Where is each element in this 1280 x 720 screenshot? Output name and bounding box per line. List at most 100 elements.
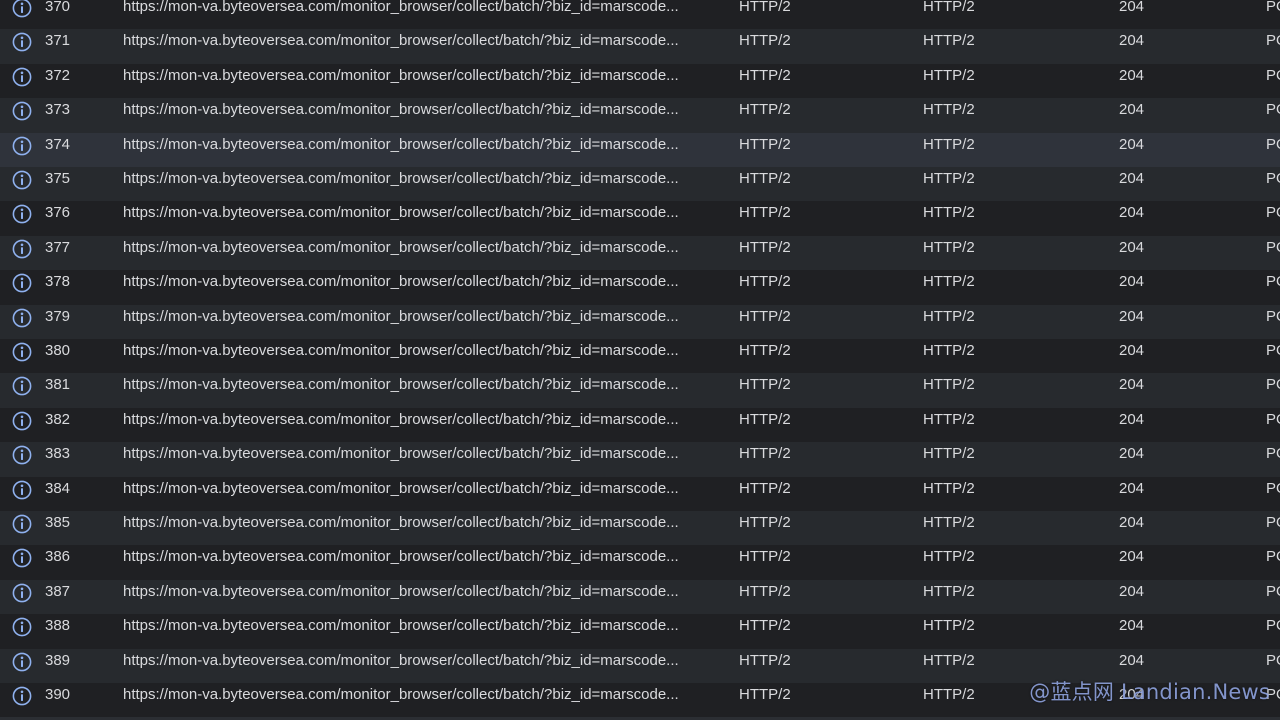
request-status: 204 <box>1119 651 1145 669</box>
table-row[interactable]: 383 https://mon-va.byteoversea.com/monito… <box>0 442 1280 477</box>
request-id: 388 <box>45 617 71 635</box>
info-icon[interactable] <box>12 583 32 603</box>
request-method: POST <box>1266 548 1280 566</box>
request-protocol: HTTP/2 <box>739 445 791 463</box>
request-status: 204 <box>1119 170 1145 187</box>
info-icon[interactable] <box>12 136 32 156</box>
table-row[interactable]: 382 https://mon-va.byteoversea.com/monito… <box>0 407 1280 443</box>
request-protocol-secondary: HTTP/2 <box>923 0 975 15</box>
info-icon[interactable] <box>12 652 32 672</box>
request-method: POST <box>1266 0 1280 15</box>
request-method: POST <box>1266 479 1280 497</box>
info-icon[interactable] <box>12 445 32 465</box>
info-icon[interactable] <box>12 204 32 224</box>
info-icon[interactable] <box>12 548 32 568</box>
request-id: 378 <box>45 273 71 291</box>
info-icon[interactable] <box>12 514 32 534</box>
request-url: https://mon-va.byteoversea.com/monitor_b… <box>123 101 679 119</box>
request-protocol: HTTP/2 <box>739 514 791 531</box>
request-url: https://mon-va.byteoversea.com/monitor_b… <box>123 204 679 222</box>
request-url: https://mon-va.byteoversea.com/monitor_b… <box>123 307 679 325</box>
request-status: 204 <box>1119 273 1145 291</box>
request-status: 204 <box>1119 204 1145 222</box>
request-method: POST <box>1266 582 1280 600</box>
table-row[interactable]: 389 https://mon-va.byteoversea.com/monito… <box>0 648 1280 683</box>
table-row[interactable]: 388 https://mon-va.byteoversea.com/monito… <box>0 614 1280 649</box>
info-icon[interactable] <box>12 32 32 52</box>
table-row[interactable]: 379 https://mon-va.byteoversea.com/monito… <box>0 304 1280 339</box>
table-row[interactable]: 378 https://mon-va.byteoversea.com/monito… <box>0 270 1280 305</box>
table-row[interactable]: 387 https://mon-va.byteoversea.com/monito… <box>0 579 1280 615</box>
request-url: https://mon-va.byteoversea.com/monitor_b… <box>123 273 679 291</box>
table-row[interactable]: 371 https://mon-va.byteoversea.com/monito… <box>0 29 1280 64</box>
request-protocol-secondary: HTTP/2 <box>923 479 975 497</box>
table-row[interactable]: 386 https://mon-va.byteoversea.com/monito… <box>0 545 1280 580</box>
info-icon[interactable] <box>12 101 32 121</box>
request-protocol-secondary: HTTP/2 <box>923 686 975 703</box>
info-icon[interactable] <box>12 67 32 87</box>
request-protocol-secondary: HTTP/2 <box>923 514 975 531</box>
request-method: POST <box>1266 445 1280 463</box>
request-method: POST <box>1266 66 1280 84</box>
request-method: POST <box>1266 410 1280 428</box>
table-row[interactable]: 372 https://mon-va.byteoversea.com/monito… <box>0 63 1280 99</box>
request-id: 372 <box>45 66 71 84</box>
request-protocol-secondary: HTTP/2 <box>923 307 975 325</box>
request-protocol: HTTP/2 <box>739 479 791 497</box>
request-id: 376 <box>45 204 71 222</box>
request-url: https://mon-va.byteoversea.com/monitor_b… <box>123 170 679 187</box>
request-protocol-secondary: HTTP/2 <box>923 410 975 428</box>
table-row[interactable]: 374 https://mon-va.byteoversea.com/monito… <box>0 132 1280 167</box>
request-id: 389 <box>45 651 71 669</box>
network-request-table: 370 https://mon-va.byteoversea.com/monito… <box>0 0 1280 720</box>
request-url: https://mon-va.byteoversea.com/monitor_b… <box>123 66 679 84</box>
table-row[interactable]: 375 https://mon-va.byteoversea.com/monito… <box>0 167 1280 202</box>
info-icon[interactable] <box>12 308 32 328</box>
request-url: https://mon-va.byteoversea.com/monitor_b… <box>123 0 679 15</box>
info-icon[interactable] <box>12 686 32 706</box>
request-id: 387 <box>45 582 71 600</box>
info-icon[interactable] <box>12 617 32 637</box>
request-status: 204 <box>1119 101 1145 119</box>
info-icon[interactable] <box>12 411 32 431</box>
table-row[interactable]: 377 https://mon-va.byteoversea.com/monito… <box>0 235 1280 271</box>
info-icon[interactable] <box>12 170 32 190</box>
request-status: 204 <box>1119 445 1145 463</box>
request-protocol-secondary: HTTP/2 <box>923 376 975 394</box>
table-row[interactable]: 385 https://mon-va.byteoversea.com/monito… <box>0 511 1280 546</box>
request-protocol-secondary: HTTP/2 <box>923 273 975 291</box>
request-protocol: HTTP/2 <box>739 101 791 119</box>
table-row[interactable]: 380 https://mon-va.byteoversea.com/monito… <box>0 339 1280 374</box>
request-url: https://mon-va.byteoversea.com/monitor_b… <box>123 514 679 531</box>
info-icon[interactable] <box>12 480 32 500</box>
info-icon[interactable] <box>12 273 32 293</box>
request-protocol-secondary: HTTP/2 <box>923 170 975 187</box>
request-protocol: HTTP/2 <box>739 376 791 394</box>
request-status: 204 <box>1119 514 1145 531</box>
request-url: https://mon-va.byteoversea.com/monitor_b… <box>123 548 679 566</box>
table-row[interactable]: 390 https://mon-va.byteoversea.com/monito… <box>0 683 1280 718</box>
request-method: POST <box>1266 238 1280 256</box>
table-row[interactable]: 384 https://mon-va.byteoversea.com/monito… <box>0 476 1280 511</box>
table-row[interactable]: 373 https://mon-va.byteoversea.com/monito… <box>0 98 1280 133</box>
info-icon[interactable] <box>12 342 32 362</box>
table-row[interactable]: 370 https://mon-va.byteoversea.com/monito… <box>0 0 1280 30</box>
request-protocol: HTTP/2 <box>739 66 791 84</box>
request-url: https://mon-va.byteoversea.com/monitor_b… <box>123 135 679 153</box>
info-icon[interactable] <box>12 239 32 259</box>
request-protocol: HTTP/2 <box>739 410 791 428</box>
request-id: 370 <box>45 0 71 15</box>
request-method: POST <box>1266 204 1280 222</box>
request-url: https://mon-va.byteoversea.com/monitor_b… <box>123 617 679 635</box>
request-status: 204 <box>1119 582 1145 600</box>
request-url: https://mon-va.byteoversea.com/monitor_b… <box>123 582 679 600</box>
table-row[interactable]: 381 https://mon-va.byteoversea.com/monito… <box>0 373 1280 408</box>
request-method: POST <box>1266 273 1280 291</box>
request-protocol: HTTP/2 <box>739 548 791 566</box>
request-id: 375 <box>45 170 71 187</box>
info-icon[interactable] <box>12 0 32 18</box>
request-url: https://mon-va.byteoversea.com/monitor_b… <box>123 32 679 50</box>
info-icon[interactable] <box>12 376 32 396</box>
request-id: 383 <box>45 445 71 463</box>
table-row[interactable]: 376 https://mon-va.byteoversea.com/monito… <box>0 201 1280 236</box>
